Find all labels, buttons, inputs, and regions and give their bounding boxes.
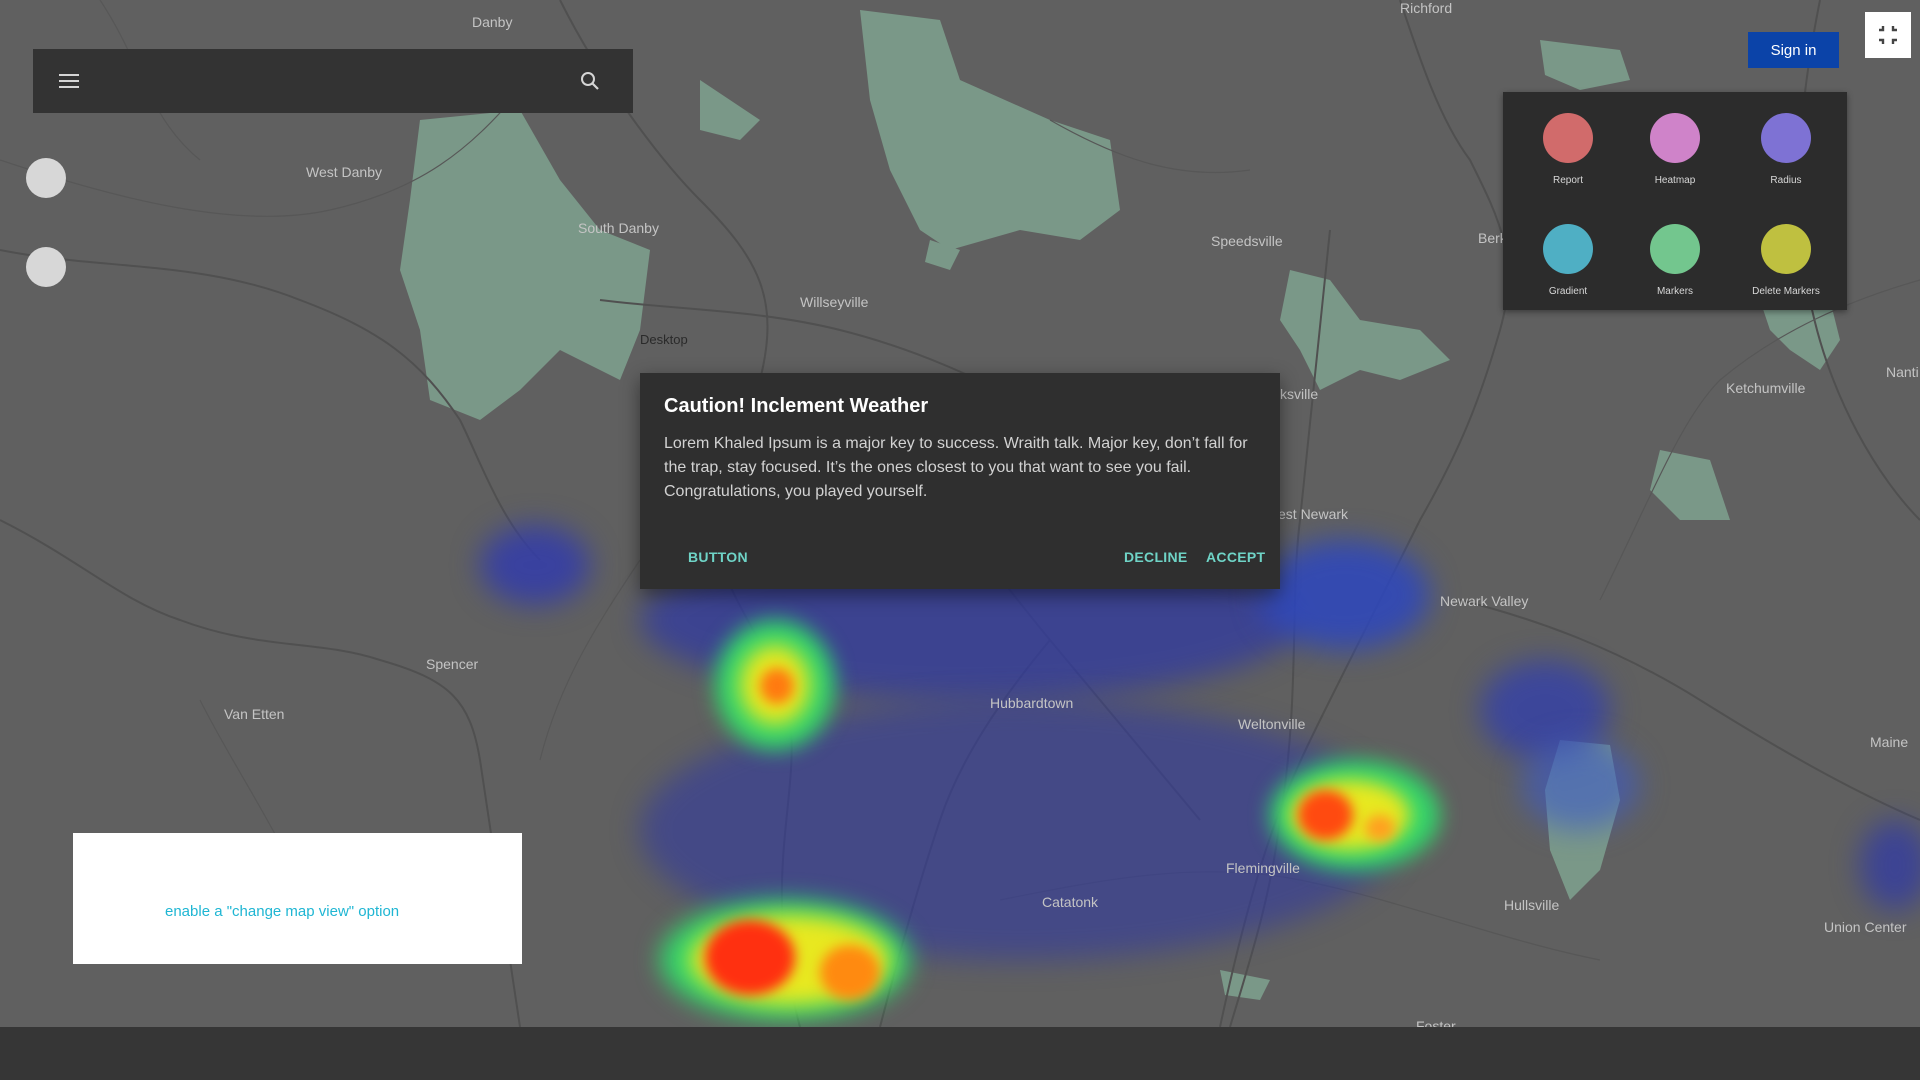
search-icon[interactable]: [574, 65, 606, 97]
place-label: ksville: [1280, 386, 1319, 402]
place-label: Catatonk: [1042, 894, 1099, 910]
place-label: Spencer: [426, 656, 479, 672]
tool-label: Markers: [1656, 286, 1694, 297]
radius-tool-button[interactable]: Radius: [1731, 113, 1841, 186]
heat-hotspot: [705, 920, 795, 995]
tool-label: Heatmap: [1654, 175, 1696, 186]
heatmap-icon: [1650, 113, 1700, 163]
place-label: Speedsville: [1211, 233, 1283, 249]
place-label: South Danby: [578, 220, 659, 236]
decline-button[interactable]: DECLINE: [1124, 539, 1188, 575]
heat-blob: [480, 525, 590, 605]
place-label: Maine: [1870, 734, 1909, 750]
place-label: Newark Valley: [1440, 593, 1529, 609]
dialog-body: Lorem Khaled Ipsum is a major key to suc…: [664, 435, 1248, 500]
accept-button[interactable]: ACCEPT: [1206, 539, 1265, 575]
report-icon: [1543, 113, 1593, 163]
heatmap-tool-button[interactable]: Heatmap: [1620, 113, 1730, 186]
tool-label: Gradient: [1548, 286, 1588, 297]
sign-in-button[interactable]: Sign in: [1748, 32, 1839, 68]
place-label: Desktop: [640, 332, 688, 347]
place-label: Hullsville: [1504, 897, 1560, 913]
place-label: Nanti: [1886, 364, 1919, 380]
heat-hotspot: [760, 668, 794, 704]
dialog-title: Caution! Inclement Weather: [664, 395, 929, 417]
gradient-icon: [1543, 224, 1593, 274]
tool-label: Radius: [1770, 175, 1802, 186]
markers-tool-button[interactable]: Markers: [1620, 224, 1730, 297]
search-bar: [33, 49, 633, 113]
heat-hotspot: [1298, 790, 1353, 840]
weather-alert-dialog: Caution! Inclement Weather Lorem Khaled …: [640, 373, 1280, 589]
place-label: Willseyville: [800, 294, 869, 310]
gradient-tool-button[interactable]: Gradient: [1513, 224, 1623, 297]
markers-icon: [1650, 224, 1700, 274]
place-label: Weltonville: [1238, 716, 1306, 732]
tool-label: Report: [1552, 175, 1583, 186]
place-label: Ketchumville: [1726, 380, 1806, 396]
tool-label: Delete Markers: [1752, 286, 1820, 297]
place-label: Hubbardtown: [990, 695, 1074, 711]
place-label: Danby: [472, 14, 513, 30]
place-label: Flemingville: [1226, 860, 1300, 876]
menu-icon[interactable]: [53, 65, 85, 97]
side-control-2[interactable]: [26, 247, 66, 287]
heat-hotspot: [1365, 815, 1395, 841]
place-label: Foster: [1416, 1018, 1456, 1027]
tool-panel: Report Heatmap Radius Gradient Markers D…: [1503, 92, 1847, 310]
fullscreen-exit-icon[interactable]: [1865, 12, 1911, 58]
radius-icon: [1761, 113, 1811, 163]
dialog-generic-button[interactable]: BUTTON: [688, 539, 748, 575]
place-label: Union Center: [1824, 919, 1907, 935]
bottom-bar: [0, 1027, 1920, 1080]
place-label: Van Etten: [224, 706, 285, 722]
report-tool-button[interactable]: Report: [1513, 113, 1623, 186]
place-label: est Newark: [1278, 506, 1349, 522]
side-control-1[interactable]: [26, 158, 66, 198]
heat-hotspot: [820, 945, 880, 1000]
place-label: Richford: [1400, 0, 1453, 16]
delete-markers-tool-button[interactable]: Delete Markers: [1731, 224, 1841, 297]
heat-blob: [1260, 540, 1430, 650]
info-card: enable a "change map view" option: [73, 833, 522, 964]
place-label: West Danby: [306, 164, 382, 180]
delete-markers-icon: [1761, 224, 1811, 274]
heat-blob: [1520, 740, 1640, 830]
change-map-view-link[interactable]: enable a "change map view" option: [165, 903, 399, 920]
